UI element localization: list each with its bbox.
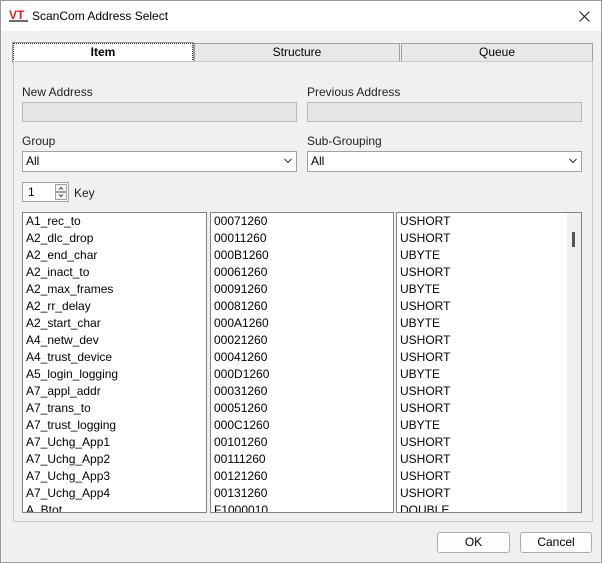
list-item[interactable]: USHORT xyxy=(397,485,581,502)
ok-button[interactable]: OK xyxy=(437,532,510,553)
list-item[interactable]: A7_Uchg_App2 xyxy=(23,451,206,468)
key-label: Key xyxy=(74,186,95,200)
type-list[interactable]: USHORT USHORT UBYTE USHORT UBYTE USHORT UBYTE U… xyxy=(396,212,582,513)
chevron-down-icon xyxy=(284,158,292,164)
list-item[interactable]: A7_appl_addr xyxy=(23,383,206,400)
list-item[interactable]: USHORT xyxy=(397,451,581,468)
chevron-up-icon xyxy=(58,186,64,190)
list-item[interactable]: USHORT xyxy=(397,468,581,485)
list-item[interactable]: 00021260 xyxy=(211,332,393,349)
key-stepper[interactable]: 1 xyxy=(22,182,69,202)
list-item[interactable]: 000A1260 xyxy=(211,315,393,332)
list-item[interactable]: UBYTE xyxy=(397,315,581,332)
list-item[interactable]: A1_rec_to xyxy=(23,213,206,230)
dialog-window: VT ScanCom Address Select Item Structure… xyxy=(0,0,602,563)
list-item[interactable]: A4_netw_dev xyxy=(23,332,206,349)
list-item[interactable]: A2_max_frames xyxy=(23,281,206,298)
list-item[interactable]: 000C1260 xyxy=(211,417,393,434)
new-address-label: New Address xyxy=(22,85,93,99)
list-item[interactable]: 00011260 xyxy=(211,230,393,247)
list-item[interactable]: A4_trust_device xyxy=(23,349,206,366)
group-value: All xyxy=(26,154,40,168)
group-label: Group xyxy=(22,134,56,148)
list-item[interactable]: A2_start_char xyxy=(23,315,206,332)
tab-item[interactable]: Item xyxy=(12,42,194,63)
chevron-down-icon xyxy=(58,194,64,198)
list-item[interactable]: 00121260 xyxy=(211,468,393,485)
list-item[interactable]: USHORT xyxy=(397,434,581,451)
item-name-rows: A1_rec_to A2_dlc_drop A2_end_char A2_inact_… xyxy=(23,213,206,512)
list-item[interactable]: 00131260 xyxy=(211,485,393,502)
list-item[interactable]: A2_rr_delay xyxy=(23,298,206,315)
item-name-list[interactable]: A1_rec_to A2_dlc_drop A2_end_char A2_inact_… xyxy=(22,212,207,513)
list-item[interactable]: A2_inact_to xyxy=(23,264,206,281)
list-item[interactable]: A2_end_char xyxy=(23,247,206,264)
list-item[interactable]: 00031260 xyxy=(211,383,393,400)
subgroup-dropdown[interactable]: All xyxy=(307,151,582,172)
list-item[interactable]: A7_trans_to xyxy=(23,400,206,417)
list-item[interactable]: 00091260 xyxy=(211,281,393,298)
list-item[interactable]: 00071260 xyxy=(211,213,393,230)
list-item[interactable]: USHORT xyxy=(397,264,581,281)
list-item[interactable]: 00061260 xyxy=(211,264,393,281)
tab-structure[interactable]: Structure xyxy=(194,43,400,62)
list-item[interactable]: 00041260 xyxy=(211,349,393,366)
list-item[interactable]: A7_Uchg_App3 xyxy=(23,468,206,485)
chevron-down-icon xyxy=(569,158,577,164)
list-item[interactable]: 00101260 xyxy=(211,434,393,451)
list-item[interactable]: 00051260 xyxy=(211,400,393,417)
address-rows: 00071260 00011260 000B1260 00061260 00091260… xyxy=(211,213,393,512)
previous-address-label: Previous Address xyxy=(307,85,401,99)
tab-queue[interactable]: Queue xyxy=(401,43,593,62)
list-item[interactable]: 00111260 xyxy=(211,451,393,468)
close-icon xyxy=(578,10,590,22)
list-item[interactable]: 00081260 xyxy=(211,298,393,315)
type-rows: USHORT USHORT UBYTE USHORT UBYTE USHORT UBYTE U… xyxy=(397,213,581,512)
list-item[interactable]: A7_Uchg_App1 xyxy=(23,434,206,451)
close-button[interactable] xyxy=(567,1,601,31)
stepper-up-button[interactable] xyxy=(55,184,67,192)
list-item[interactable]: DOUBLE xyxy=(397,502,581,512)
cancel-button[interactable]: Cancel xyxy=(520,532,592,553)
list-item[interactable]: F1000010 xyxy=(211,502,393,512)
list-item[interactable]: UBYTE xyxy=(397,366,581,383)
list-item[interactable]: USHORT xyxy=(397,400,581,417)
stepper-down-button[interactable] xyxy=(55,192,67,200)
list-item[interactable]: A5_login_logging xyxy=(23,366,206,383)
list-item[interactable]: UBYTE xyxy=(397,281,581,298)
list-item[interactable]: USHORT xyxy=(397,213,581,230)
list-item[interactable]: USHORT xyxy=(397,383,581,400)
vt-logo-icon: VT xyxy=(9,8,28,22)
list-item[interactable]: USHORT xyxy=(397,230,581,247)
new-address-field[interactable] xyxy=(22,102,297,122)
list-item[interactable]: UBYTE xyxy=(397,417,581,434)
group-dropdown[interactable]: All xyxy=(22,151,297,172)
list-item[interactable]: USHORT xyxy=(397,298,581,315)
subgroup-label: Sub-Grouping xyxy=(307,134,382,148)
subgroup-value: All xyxy=(311,154,325,168)
vertical-scrollbar[interactable] xyxy=(567,213,581,512)
list-item[interactable]: USHORT xyxy=(397,332,581,349)
list-item[interactable]: A_Btot xyxy=(23,502,206,512)
svg-text:VT: VT xyxy=(9,8,25,22)
list-item[interactable]: A2_dlc_drop xyxy=(23,230,206,247)
list-item[interactable]: UBYTE xyxy=(397,247,581,264)
address-list[interactable]: 00071260 00011260 000B1260 00061260 00091260… xyxy=(210,212,394,513)
list-item[interactable]: USHORT xyxy=(397,349,581,366)
key-value: 1 xyxy=(28,185,35,199)
scrollbar-thumb[interactable] xyxy=(572,232,575,247)
list-item[interactable]: 000D1260 xyxy=(211,366,393,383)
list-item[interactable]: A7_Uchg_App4 xyxy=(23,485,206,502)
window-title: ScanCom Address Select xyxy=(32,9,169,23)
previous-address-field[interactable] xyxy=(307,102,582,122)
title-bar: VT ScanCom Address Select xyxy=(1,1,601,31)
list-item[interactable]: 000B1260 xyxy=(211,247,393,264)
list-item[interactable]: A7_trust_logging xyxy=(23,417,206,434)
